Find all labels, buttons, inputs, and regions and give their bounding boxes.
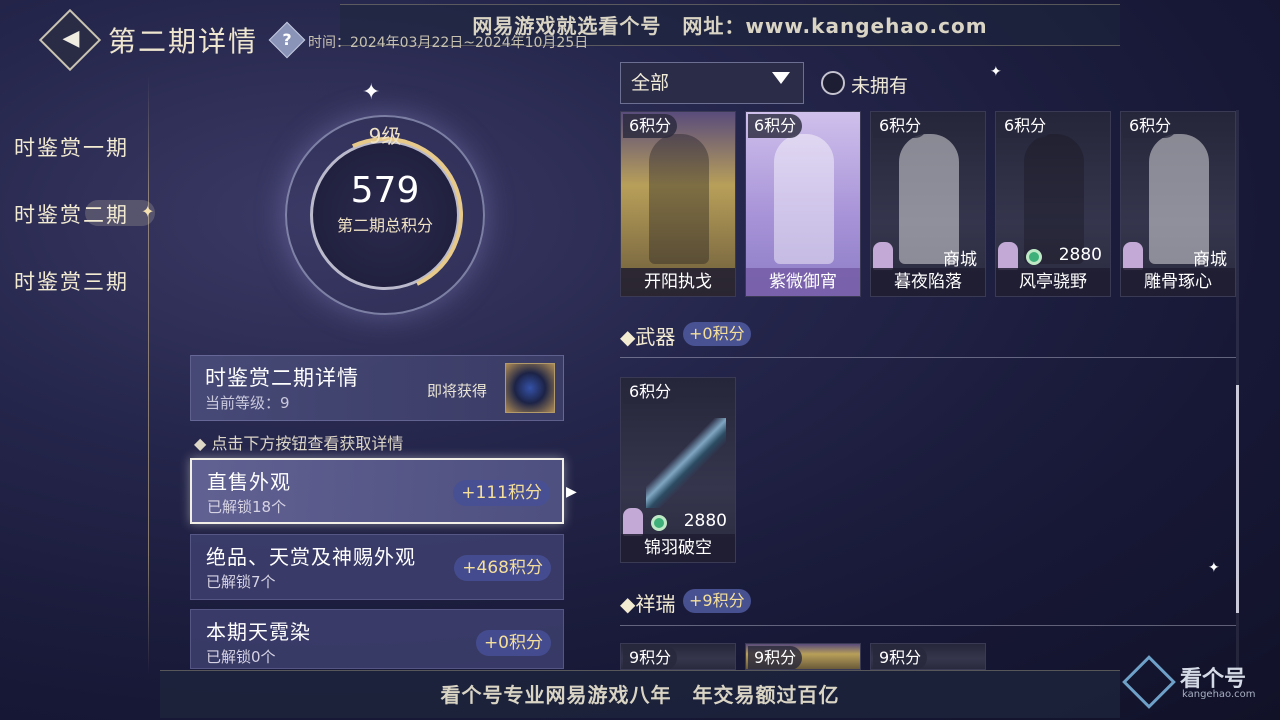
- points-tag: 6积分: [623, 114, 678, 138]
- points-tag: 9积分: [873, 646, 928, 669]
- scrollbar-thumb[interactable]: [1236, 385, 1239, 613]
- points-tag: 6积分: [873, 114, 928, 138]
- period-time: 时间：2024年03月22日~2024年10月25日: [308, 35, 589, 51]
- price-label: 2880: [683, 511, 727, 531]
- jade-coin-icon: [651, 515, 667, 531]
- points-tag: 6积分: [1123, 114, 1178, 138]
- level-label: 9级: [368, 124, 402, 148]
- category-unlocked: 已解锁0个: [206, 648, 276, 666]
- lock-icon: [1123, 242, 1143, 270]
- back-arrow-icon: ◀: [62, 26, 80, 51]
- jade-coin-icon: [1026, 249, 1042, 265]
- outfit-name: 雕骨琢心: [1121, 268, 1235, 296]
- sparkle-icon: ✦: [362, 80, 381, 105]
- not-owned-radio[interactable]: [821, 71, 845, 95]
- reward-icon[interactable]: [505, 363, 555, 413]
- lock-icon: [623, 508, 643, 536]
- auspicious-section-title: ◆祥瑞: [620, 592, 676, 616]
- points-tag: 6积分: [998, 114, 1053, 138]
- points-tag: 6积分: [748, 114, 803, 138]
- auspicious-card[interactable]: 9积分: [745, 643, 861, 670]
- category-points: +111积分: [453, 480, 550, 506]
- dropdown-arrow-icon: [772, 72, 790, 84]
- outfit-card[interactable]: 6积分 商城 雕骨琢心: [1120, 111, 1236, 297]
- source-label: 商城: [943, 250, 977, 270]
- category-unlocked: 已解锁18个: [207, 498, 287, 516]
- logo-subtext: kangehao.com: [1182, 689, 1256, 700]
- weapon-card[interactable]: 6积分 2880 锦羽破空: [620, 377, 736, 563]
- weapon-icon: [646, 418, 726, 508]
- soon-label: 即将获得: [427, 382, 488, 400]
- category-card-dye[interactable]: 本期天霓染 已解锁0个 +0积分: [190, 609, 564, 669]
- sidebar-item-period-2[interactable]: 时鉴赏二期: [14, 199, 129, 229]
- lock-icon: [998, 242, 1018, 270]
- category-card-direct-sale[interactable]: 直售外观 已解锁18个 +111积分: [190, 458, 564, 524]
- selected-arrow-icon: ▶: [566, 484, 577, 500]
- outfit-name: 暮夜陷落: [871, 268, 985, 296]
- category-title: 绝品、天赏及神赐外观: [206, 545, 416, 569]
- points-tag: 9积分: [748, 646, 803, 669]
- period-detail-title: 时鉴赏二期详情: [205, 366, 359, 390]
- not-owned-label: 未拥有: [851, 75, 909, 97]
- hint-text: ◆ 点击下方按钮查看获取详情: [194, 434, 404, 453]
- sparkle-icon: ✦: [990, 64, 1002, 80]
- site-logo: 看个号 kangehao.com: [1120, 655, 1270, 715]
- category-unlocked: 已解锁7个: [206, 573, 276, 591]
- category-card-premium[interactable]: 绝品、天赏及神赐外观 已解锁7个 +468积分: [190, 534, 564, 600]
- lock-icon: [873, 242, 893, 270]
- section-divider: [620, 357, 1236, 358]
- outfit-card[interactable]: 6积分 2880 风亭骁野: [995, 111, 1111, 297]
- auspicious-card[interactable]: 9积分: [870, 643, 986, 670]
- category-title: 直售外观: [207, 470, 291, 494]
- total-score: 579: [350, 170, 420, 211]
- price-label: 2880: [1058, 245, 1102, 265]
- points-tag: 6积分: [623, 380, 678, 404]
- category-title: 本期天霓染: [206, 620, 311, 644]
- outfit-card[interactable]: 6积分 商城 暮夜陷落: [870, 111, 986, 297]
- weapons-section-title: ◆武器: [620, 325, 676, 349]
- logo-eye-icon: [1122, 655, 1176, 709]
- source-label: 商城: [1193, 250, 1227, 270]
- current-level: 当前等级：9: [205, 394, 290, 412]
- outfit-figure-icon: [774, 134, 834, 264]
- category-points: +468积分: [454, 555, 551, 581]
- page-title: 第二期详情: [108, 25, 259, 58]
- active-marker-icon: ✦: [141, 202, 155, 221]
- outfit-card[interactable]: 6积分 紫微御宵: [745, 111, 861, 297]
- category-points: +0积分: [475, 630, 551, 656]
- help-icon: ?: [282, 30, 292, 49]
- outfit-card[interactable]: 6积分 开阳执戈: [620, 111, 736, 297]
- sidebar-item-period-3[interactable]: 时鉴赏三期: [14, 266, 129, 296]
- watermark-bottom-banner: 看个号专业网易游戏八年 年交易额过百亿: [160, 670, 1120, 718]
- watermark-bottom-text: 看个号专业网易游戏八年 年交易额过百亿: [440, 683, 840, 707]
- outfit-name: 开阳执戈: [621, 268, 735, 296]
- nav-divider: [148, 75, 149, 675]
- auspicious-card[interactable]: 9积分: [620, 643, 736, 670]
- sidebar-item-period-1[interactable]: 时鉴赏一期: [14, 132, 129, 162]
- points-tag: 9积分: [623, 646, 678, 669]
- sparkle-icon: ✦: [1208, 560, 1220, 576]
- outfit-name: 紫微御宵: [746, 268, 860, 296]
- section-divider: [620, 625, 1236, 626]
- outfit-figure-icon: [649, 134, 709, 264]
- outfit-name: 风亭骁野: [996, 268, 1110, 296]
- weapons-section-points: +0积分: [683, 322, 751, 346]
- auspicious-section-points: +9积分: [683, 589, 751, 613]
- total-score-label: 第二期总积分: [336, 216, 433, 235]
- weapon-name: 锦羽破空: [621, 534, 735, 562]
